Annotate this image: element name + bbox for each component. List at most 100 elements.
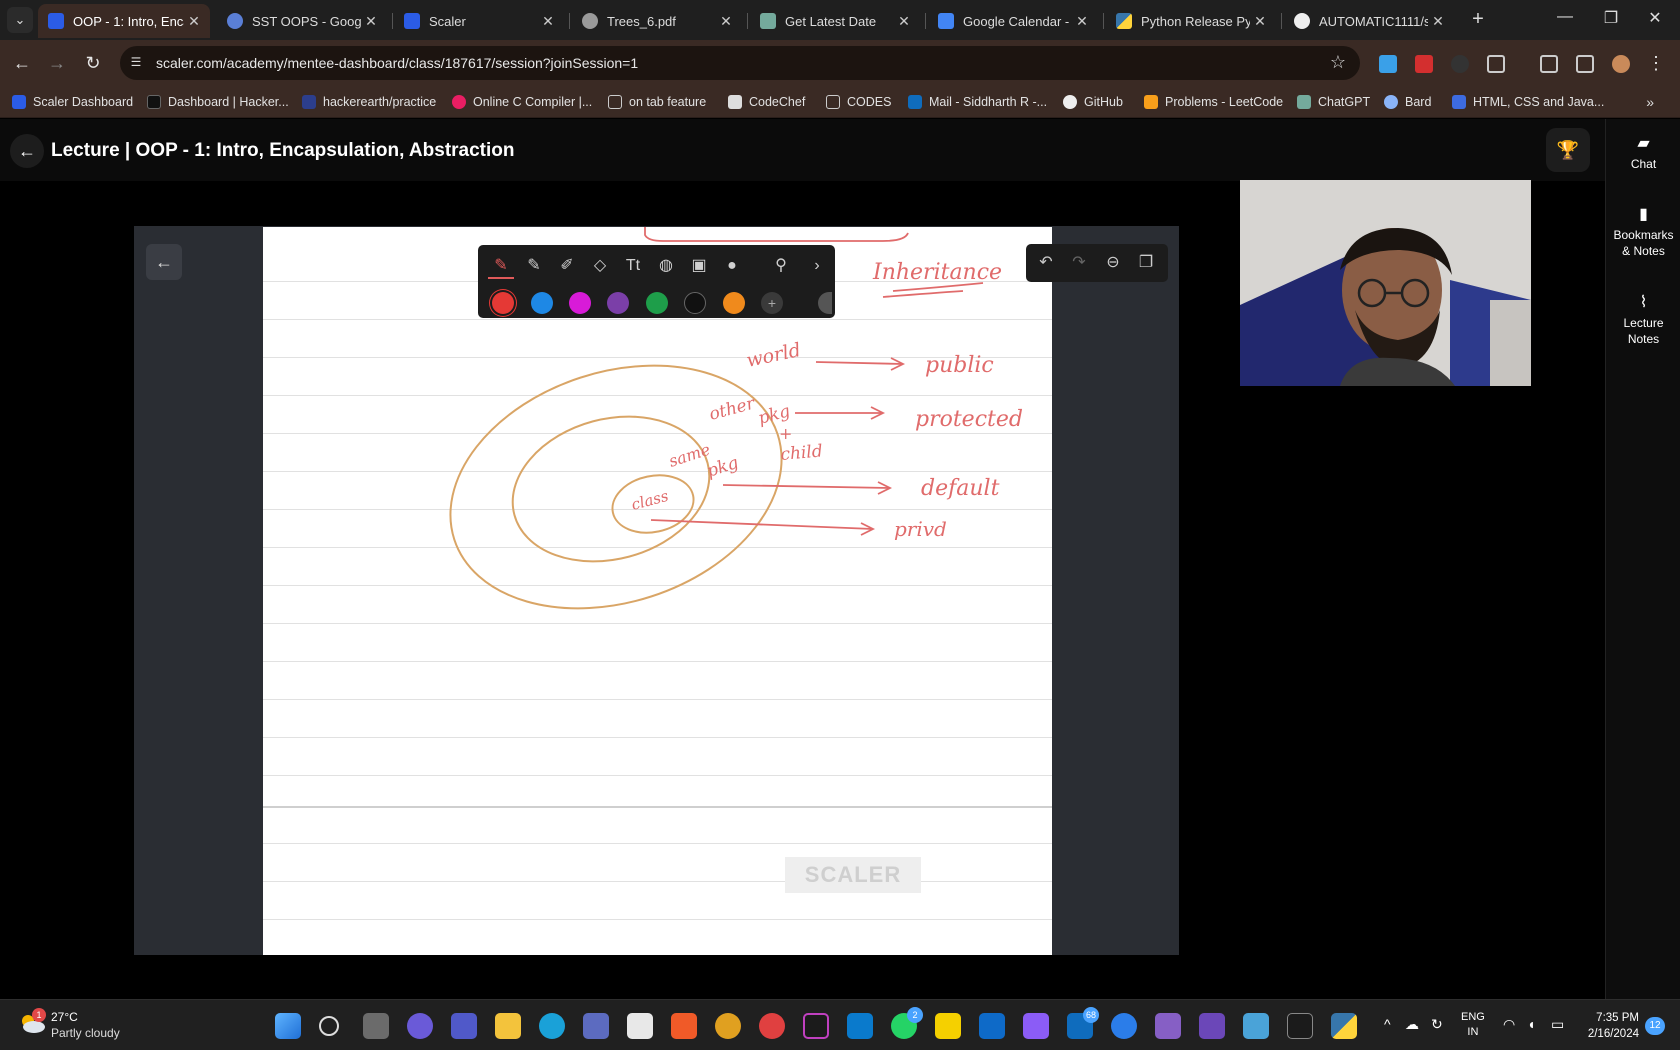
remote-desktop-icon[interactable] xyxy=(979,1013,1005,1039)
media-controls-icon[interactable] xyxy=(1540,55,1558,73)
extension-icon[interactable] xyxy=(1379,55,1397,73)
close-tab-icon[interactable]: ✕ xyxy=(1428,13,1448,30)
notification-badge[interactable]: 12 xyxy=(1645,1017,1665,1035)
url-text[interactable]: scaler.com/academy/mentee-dashboard/clas… xyxy=(156,55,638,71)
bookmark-codechef[interactable]: CodeChef xyxy=(728,92,805,112)
bookmark-online-c-compiler[interactable]: Online C Compiler |... xyxy=(452,92,592,112)
more-colors-icon[interactable] xyxy=(818,292,832,314)
bookmark-star-icon[interactable]: ☆ xyxy=(1330,52,1346,73)
chat-button[interactable]: ▰ Chat xyxy=(1606,136,1680,172)
close-tab-icon[interactable]: ✕ xyxy=(538,13,558,30)
close-tab-icon[interactable]: ✕ xyxy=(184,13,204,30)
trophy-icon[interactable]: 🏆 xyxy=(1546,128,1590,172)
teams-icon[interactable] xyxy=(451,1013,477,1039)
tab-trees-pdf[interactable]: Trees_6.pdf ✕ xyxy=(572,4,742,38)
eraser-tool-icon[interactable]: ◇ xyxy=(587,253,613,279)
bookmark-folder-codes[interactable]: CODES xyxy=(826,92,891,112)
text-tool-icon[interactable]: Tt xyxy=(620,253,646,279)
shape-tool-icon[interactable]: ◍ xyxy=(653,253,679,279)
whiteboard-back-button[interactable]: ← xyxy=(146,244,182,280)
pencil-tool-icon[interactable]: ✎ xyxy=(521,253,547,279)
more-bookmarks-icon[interactable]: » xyxy=(1646,94,1654,110)
browser-menu-button[interactable]: ⋮ xyxy=(1643,50,1669,76)
file-explorer-icon[interactable] xyxy=(495,1013,521,1039)
extensions-puzzle-icon[interactable] xyxy=(1487,55,1505,73)
intellij-icon[interactable] xyxy=(803,1013,829,1039)
add-color-button[interactable]: + xyxy=(761,292,783,314)
edge-icon[interactable] xyxy=(539,1013,565,1039)
close-window-button[interactable]: ✕ xyxy=(1635,8,1675,28)
firefox-icon[interactable] xyxy=(1111,1013,1137,1039)
weather-widget[interactable]: 1 27°C Partly cloudy xyxy=(18,1008,138,1044)
tab-get-latest-date[interactable]: Get Latest Date ✕ xyxy=(750,4,920,38)
python-icon[interactable] xyxy=(1331,1013,1357,1039)
lecture-notes-button[interactable]: ⌇ Lecture Notes xyxy=(1606,295,1680,347)
profile-avatar[interactable] xyxy=(1612,55,1630,73)
bookmarks-notes-button[interactable]: ▮ Bookmarks & Notes xyxy=(1606,207,1680,259)
highlighter-tool-icon[interactable]: ✐ xyxy=(554,253,580,279)
search-icon[interactable] xyxy=(319,1016,339,1036)
extension-icon[interactable] xyxy=(1415,55,1433,73)
clock[interactable]: 7:35 PM 2/16/2024 xyxy=(1583,1010,1639,1042)
close-tab-icon[interactable]: ✕ xyxy=(894,13,914,30)
color-swatch-green[interactable] xyxy=(646,292,668,314)
bookmark-folder-on-tab-feature[interactable]: on tab feature xyxy=(608,92,706,112)
tab-oop[interactable]: OOP - 1: Intro, Encap ✕ xyxy=(38,4,210,38)
tab-python-release[interactable]: Python Release Pyth ✕ xyxy=(1106,4,1276,38)
zoom-out-icon[interactable]: ⊖ xyxy=(1100,250,1126,276)
calculator-icon[interactable] xyxy=(1243,1013,1269,1039)
color-swatch-blue[interactable] xyxy=(531,292,553,314)
chrome-profile-icon[interactable] xyxy=(759,1013,785,1039)
bookmark-html-css[interactable]: HTML, CSS and Java... xyxy=(1452,92,1604,112)
address-bar[interactable]: ☰ scaler.com/academy/mentee-dashboard/cl… xyxy=(120,46,1360,80)
color-swatch-magenta[interactable] xyxy=(569,292,591,314)
chat-app-icon[interactable] xyxy=(407,1013,433,1039)
close-tab-icon[interactable]: ✕ xyxy=(716,13,736,30)
sync-icon[interactable]: ↻ xyxy=(1431,1016,1443,1033)
mail-icon[interactable]: 68 xyxy=(1067,1007,1099,1039)
tab-search-button[interactable]: ⌄ xyxy=(7,7,33,33)
restore-button[interactable]: ❐ xyxy=(1591,8,1631,28)
bookmark-github[interactable]: GitHub xyxy=(1063,92,1123,112)
bookmark-scaler-dashboard[interactable]: Scaler Dashboard xyxy=(12,92,133,112)
chevron-up-icon[interactable]: ^ xyxy=(1384,1016,1391,1032)
chevron-right-icon[interactable]: › xyxy=(804,253,830,279)
close-tab-icon[interactable]: ✕ xyxy=(361,13,381,30)
task-view-icon[interactable] xyxy=(363,1013,389,1039)
extension-icon[interactable] xyxy=(1451,55,1469,73)
tab-google-calendar[interactable]: Google Calendar - V ✕ xyxy=(928,4,1098,38)
language-indicator[interactable]: ENG IN xyxy=(1461,1010,1485,1040)
volume-icon[interactable]: ◖ xyxy=(1527,1016,1535,1032)
snipping-tool-icon[interactable] xyxy=(627,1013,653,1039)
reload-button[interactable]: ↻ xyxy=(80,50,106,76)
undo-icon[interactable]: ↶ xyxy=(1033,250,1059,276)
tab-automatic1111[interactable]: AUTOMATIC1111/st ✕ xyxy=(1284,4,1454,38)
site-info-icon[interactable]: ☰ xyxy=(128,55,144,71)
bookmark-mail[interactable]: Mail - Siddharth R -... xyxy=(908,92,1047,112)
onedrive-cloud-icon[interactable]: ☁ xyxy=(1405,1016,1419,1033)
color-swatch-red[interactable] xyxy=(492,292,514,314)
bookmark-hacker-dashboard[interactable]: Dashboard | Hacker... xyxy=(147,92,289,112)
color-swatch-black[interactable] xyxy=(684,292,706,314)
redo-icon[interactable]: ↷ xyxy=(1066,250,1092,276)
new-tab-button[interactable]: + xyxy=(1466,8,1490,31)
microphone-icon[interactable]: ● xyxy=(719,253,745,279)
tab-sst-oops[interactable]: SST OOPS - Google ✕ xyxy=(217,4,387,38)
close-tab-icon[interactable]: ✕ xyxy=(1072,13,1092,30)
side-panel-icon[interactable] xyxy=(1576,55,1594,73)
copy-page-icon[interactable]: ❐ xyxy=(1133,250,1159,276)
tab-scaler[interactable]: Scaler ✕ xyxy=(394,4,564,38)
laser-pointer-icon[interactable]: ⚲ xyxy=(768,253,794,279)
image-tool-icon[interactable]: ▣ xyxy=(686,253,712,279)
back-button[interactable]: ← xyxy=(9,50,35,76)
bookmark-bard[interactable]: Bard xyxy=(1384,92,1431,112)
bookmark-hackerearth[interactable]: hackerearth/practice xyxy=(302,92,436,112)
minimize-button[interactable]: — xyxy=(1545,8,1585,26)
bookmark-leetcode[interactable]: Problems - LeetCode xyxy=(1144,92,1283,112)
store-icon[interactable] xyxy=(583,1013,609,1039)
vscode-icon[interactable] xyxy=(847,1013,873,1039)
pen-tool-icon[interactable]: ✎ xyxy=(488,253,514,279)
visual-studio-2-icon[interactable] xyxy=(1199,1013,1225,1039)
terminal-icon[interactable] xyxy=(1287,1013,1313,1039)
whatsapp-icon[interactable]: 2 xyxy=(891,1007,923,1039)
